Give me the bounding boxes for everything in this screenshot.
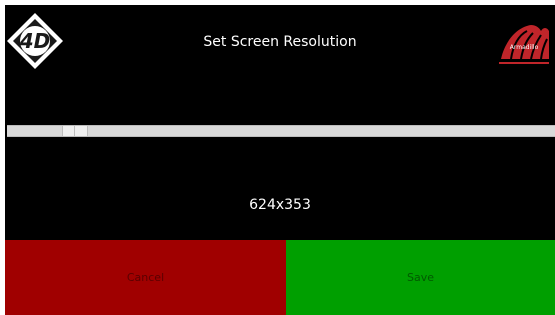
save-button[interactable]: Save xyxy=(286,240,555,315)
resolution-screen: 4D Set Screen Resolution Armadillo 624x3… xyxy=(5,5,555,315)
cancel-button[interactable]: Cancel xyxy=(5,240,286,315)
page-title: Set Screen Resolution xyxy=(203,34,357,50)
resolution-slider-thumb[interactable] xyxy=(62,126,88,136)
resolution-value: 624x353 xyxy=(249,197,311,213)
armadillo-logo-text: Armadillo xyxy=(509,44,539,51)
save-button-label: Save xyxy=(406,271,434,284)
armadillo-logo xyxy=(499,25,549,64)
cancel-button-label: Cancel xyxy=(126,271,165,284)
resolution-slider[interactable] xyxy=(7,125,555,137)
